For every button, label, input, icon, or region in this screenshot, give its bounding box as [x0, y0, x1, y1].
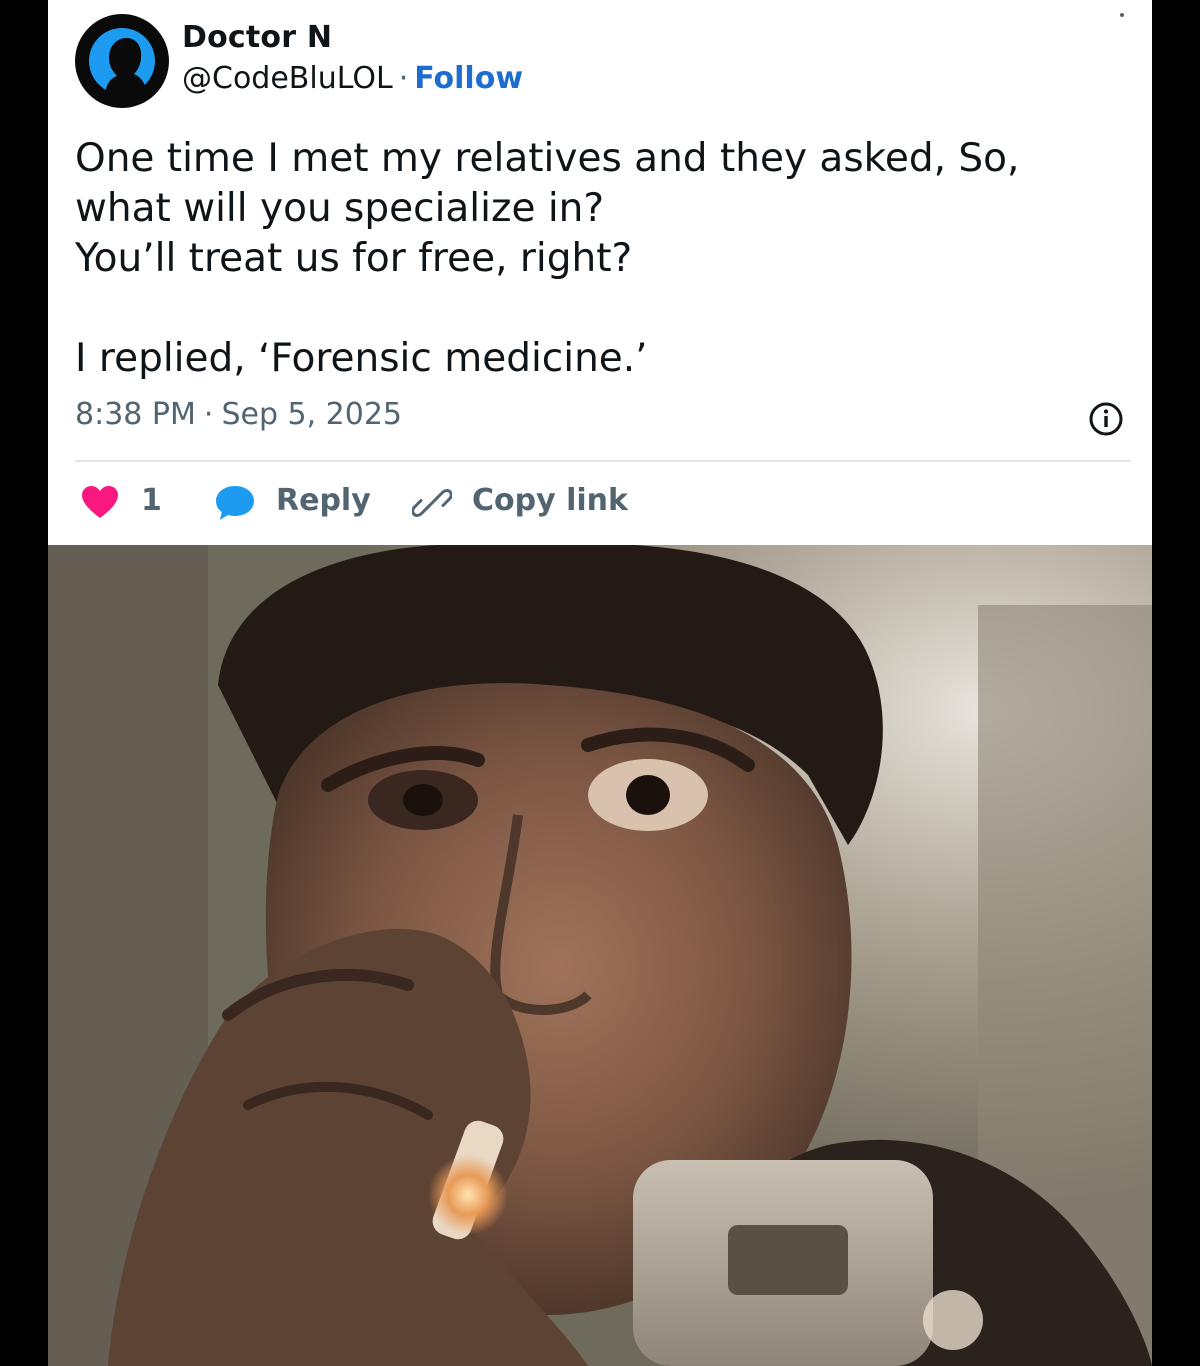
- author-name[interactable]: Doctor N: [182, 20, 332, 55]
- heart-icon[interactable]: [80, 484, 120, 520]
- avatar[interactable]: [75, 14, 169, 108]
- handle-separator: ·: [398, 61, 409, 96]
- paragraph-break: [75, 284, 1135, 334]
- photo-man-smoking-holding-phone: [48, 545, 1152, 1366]
- tweet-line: You’ll treat us for free, right?: [75, 236, 633, 281]
- author-meta: @CodeBluLOL · Follow: [182, 61, 523, 96]
- tweet-line: what will you specialize in?: [75, 186, 605, 231]
- tweet-card: Doctor N @CodeBluLOL · Follow One time I m…: [48, 0, 1152, 1366]
- author-handle[interactable]: @CodeBluLOL: [182, 61, 393, 96]
- link-icon[interactable]: [412, 485, 452, 521]
- more-menu-icon[interactable]: [1120, 13, 1124, 17]
- follow-button[interactable]: Follow: [414, 61, 523, 96]
- tweet-text: One time I met my relatives and they ask…: [75, 134, 1135, 384]
- person-silhouette-icon: [89, 28, 155, 98]
- tweet-line: One time I met my relatives and they ask…: [75, 136, 1020, 181]
- action-bar: 1 Reply Copy link: [48, 478, 1152, 528]
- like-count[interactable]: 1: [141, 483, 162, 518]
- tweet-timestamp[interactable]: 8:38 PM · Sep 5, 2025: [75, 397, 402, 432]
- tweet-time: 8:38 PM: [75, 397, 196, 432]
- reply-button[interactable]: Reply: [276, 483, 371, 518]
- tweet-date: Sep 5, 2025: [221, 397, 403, 432]
- time-separator: ·: [203, 397, 214, 432]
- speech-bubble-icon[interactable]: [214, 484, 256, 522]
- info-icon[interactable]: [1088, 401, 1124, 437]
- copy-link-button[interactable]: Copy link: [472, 483, 628, 518]
- tweet-line: I replied, ‘Forensic medicine.’: [75, 336, 648, 381]
- tweet-media-image[interactable]: [48, 545, 1152, 1366]
- divider: [75, 460, 1131, 462]
